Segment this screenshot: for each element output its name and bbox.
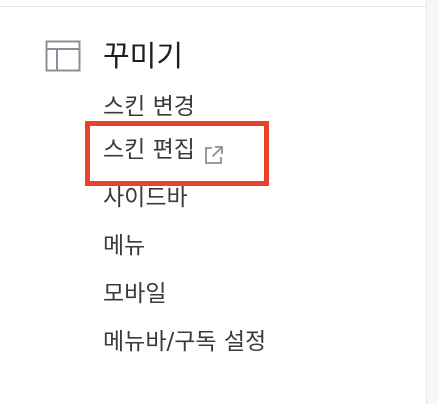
menu-item-label: 스킨 편집 [103,137,195,163]
menu-item-label: 사이드바 [103,185,188,211]
layout-icon [45,40,81,72]
menu-item-label: 모바일 [103,281,167,307]
menu-item-mobile[interactable]: 모바일 [103,270,266,318]
menu-item-sidebar[interactable]: 사이드바 [103,174,266,222]
menu-item-label: 스킨 변경 [103,94,195,120]
menu-item-menu[interactable]: 메뉴 [103,222,266,270]
settings-panel: 꾸미기 스킨 변경 스킨 편집 사이드바 메뉴 모바일 메뉴바/구독 설정 [0,0,438,404]
right-panel-edge [427,0,438,404]
menu-item-label: 메뉴바/구독 설정 [103,329,267,355]
section-header: 꾸미기 [45,36,183,76]
menu-list: 스킨 변경 스킨 편집 사이드바 메뉴 모바일 메뉴바/구독 설정 [103,88,266,366]
section-title: 꾸미기 [103,39,184,73]
menu-item-menubar-subscribe-settings[interactable]: 메뉴바/구독 설정 [103,318,266,366]
menu-item-skin-change[interactable]: 스킨 변경 [103,88,266,126]
top-divider [0,6,426,7]
menu-item-skin-edit[interactable]: 스킨 편집 [103,126,266,174]
external-link-icon [203,139,225,164]
menu-item-label: 메뉴 [103,233,146,259]
